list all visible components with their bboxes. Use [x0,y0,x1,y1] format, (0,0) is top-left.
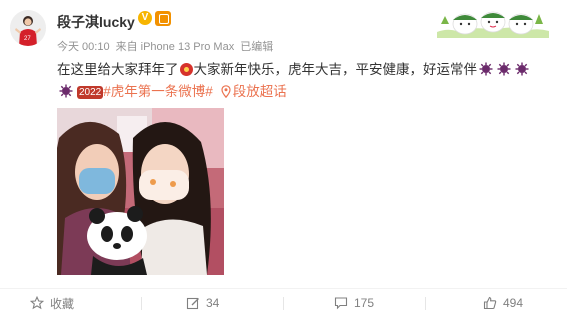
svg-text:27: 27 [24,36,31,42]
virus-emoji-icon [515,62,529,76]
post-time[interactable]: 今天 00:10 [57,41,110,53]
favorite-label: 收藏 [50,296,75,311]
footer-divider [141,297,142,310]
verified-v-icon: V [138,11,152,25]
post-content: 在这里给大家拜年了 大家新年快乐，虎年大吉，平安健康，好运常伴 2022 #虎年第一… [57,59,557,103]
username[interactable]: 段子淇lucky [57,12,135,32]
like-button[interactable]: 494 [483,289,523,316]
footer-divider [425,297,426,310]
content-line-2: 2022 #虎年第一条微博# 段放超话 [57,81,557,103]
comment-count: 175 [354,296,375,310]
weibo-post-card: 27 段子淇lucky V 今天 00:10 来自 iPhone 13 Pro M… [0,0,567,316]
star-icon [30,296,44,310]
member-level-icon [155,11,171,26]
repost-count: 34 [206,296,220,310]
super-topic-label: 段放超话 [232,84,287,99]
favorite-button[interactable]: 收藏 [30,289,74,316]
post-action-bar: 收藏 34 175 494 [0,288,567,316]
red-envelope-emoji-icon [179,63,193,76]
comment-button[interactable]: 175 [334,289,374,316]
virus-emoji-icon [497,62,511,76]
content-text-2: 大家新年快乐，虎年大吉，平安健康，好运常伴 [193,62,478,77]
virus-emoji-icon [59,84,73,98]
super-topic-link[interactable]: 段放超话 [221,84,287,99]
edited-label[interactable]: 已编辑 [240,41,273,53]
location-pin-icon [221,85,231,98]
like-count: 494 [503,296,524,310]
hashtag-link[interactable]: #虎年第一条微博# [103,84,213,99]
content-line-1: 在这里给大家拜年了 大家新年快乐，虎年大吉，平安健康，好运常伴 [57,59,557,81]
post-meta: 今天 00:10 来自 iPhone 13 Pro Max 已编辑 [57,38,279,54]
post-photo[interactable] [57,108,224,275]
repost-button[interactable]: 34 [186,289,219,316]
year-2022-tag: 2022 [77,86,104,99]
post-source: 来自 iPhone 13 Pro Max [115,41,235,53]
comment-icon [334,297,348,310]
thumbs-up-icon [483,296,497,310]
repost-edit-icon [186,297,199,310]
footer-divider [283,297,284,310]
card-decoration-icon [437,11,549,38]
virus-emoji-icon [479,62,493,76]
user-avatar[interactable]: 27 [10,10,46,46]
content-text-1: 在这里给大家拜年了 [57,62,179,77]
